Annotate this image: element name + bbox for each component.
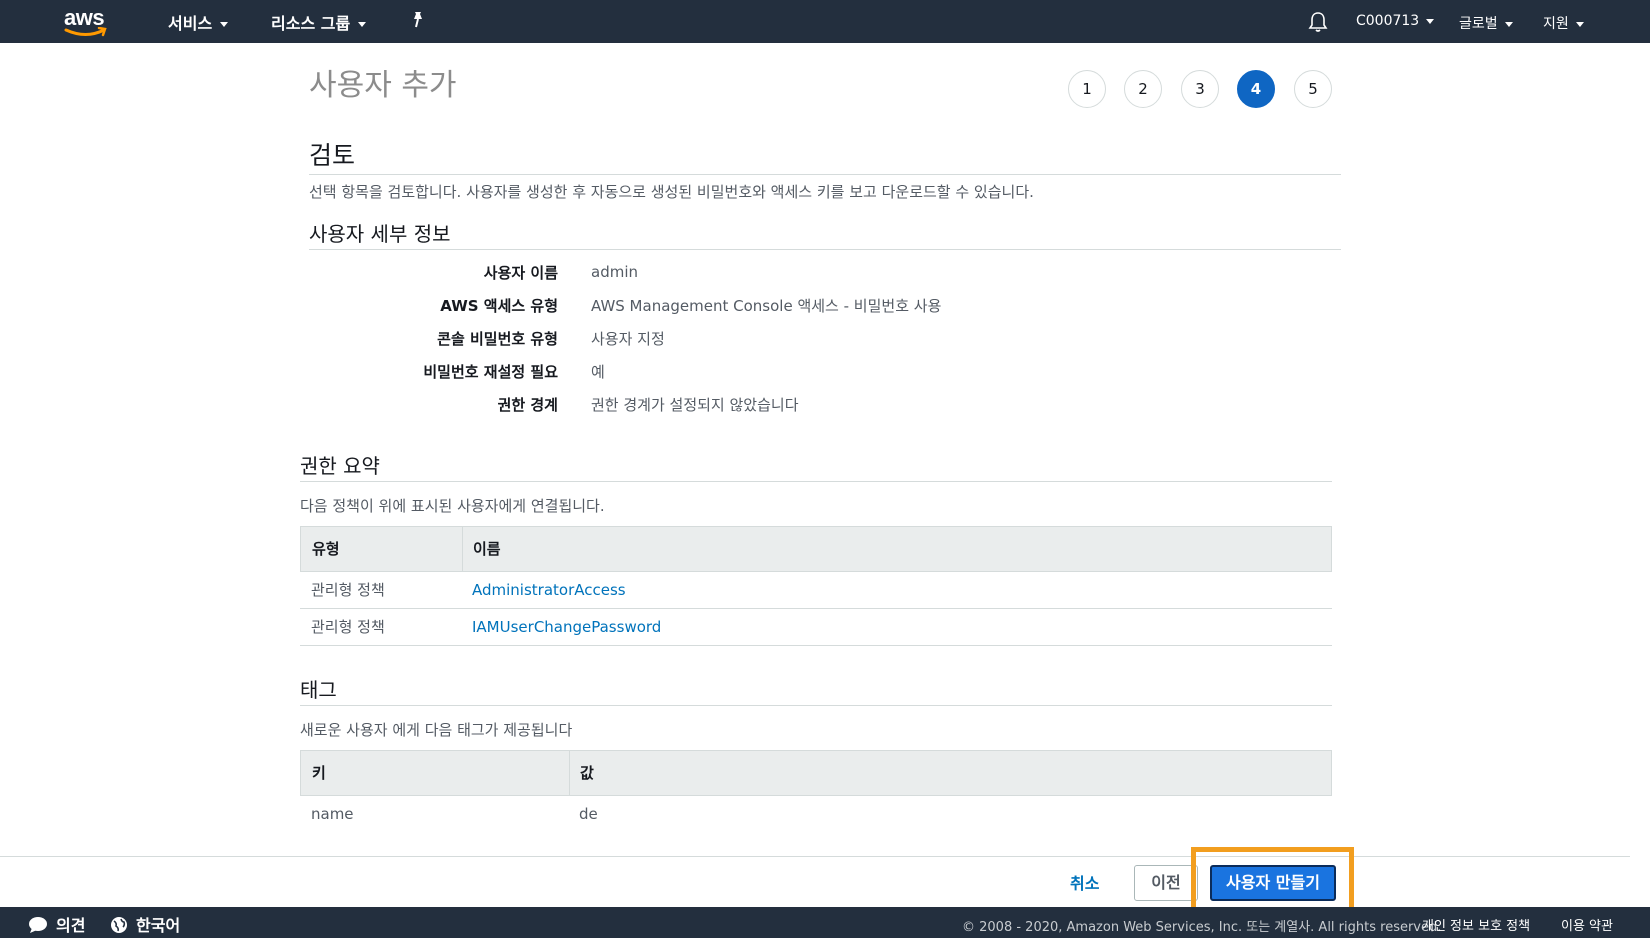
pin-icon: [414, 12, 422, 28]
policy-name-link[interactable]: IAMUserChangePassword: [461, 609, 661, 645]
region-label: 글로벌: [1459, 16, 1498, 32]
region-menu[interactable]: 글로벌: [1459, 13, 1513, 33]
resource-groups-label: 리소스 그룹: [271, 14, 351, 33]
bell-icon: [1308, 12, 1328, 32]
terms-of-use-link[interactable]: 이용 약관: [1561, 915, 1613, 934]
chevron-down-icon: [358, 22, 367, 27]
table-row: name de: [300, 796, 1332, 833]
support-menu[interactable]: 지원: [1543, 13, 1584, 33]
access-type-value: AWS Management Console 액세스 - 비밀번호 사용: [591, 297, 942, 315]
notifications-button[interactable]: [1308, 11, 1328, 37]
tags-description: 새로운 사용자 에게 다음 태그가 제공됩니다: [300, 721, 573, 739]
pin-button[interactable]: [410, 11, 426, 33]
column-header-type[interactable]: 유형: [301, 527, 340, 571]
table-header: 유형 이름: [300, 526, 1332, 572]
permissions-boundary-label: 권한 경계: [497, 396, 558, 414]
tags-heading: 태그: [300, 678, 337, 702]
permissions-summary-heading: 권한 요약: [300, 454, 380, 478]
cancel-button[interactable]: 취소: [1070, 868, 1099, 900]
permissions-table: 유형 이름 관리형 정책 AdministratorAccess 관리형 정책 …: [300, 526, 1332, 646]
password-reset-label: 비밀번호 재설정 필요: [423, 363, 558, 381]
create-user-button[interactable]: 사용자 만들기: [1210, 865, 1336, 901]
privacy-policy-link[interactable]: 개인 정보 보호 정책: [1422, 915, 1530, 934]
permissions-boundary-value: 권한 경계가 설정되지 않았습니다: [591, 396, 799, 414]
page-title: 사용자 추가: [309, 68, 457, 103]
wizard-step-1[interactable]: 1: [1068, 70, 1106, 108]
chevron-down-icon: [1504, 21, 1513, 27]
feedback-button[interactable]: 의견: [28, 912, 85, 936]
account-menu[interactable]: C000713: [1356, 13, 1435, 29]
divider: [300, 481, 1332, 482]
chevron-down-icon: [1575, 21, 1584, 27]
bottom-bar: 의견 한국어 © 2008 - 2020, Amazon Web Service…: [0, 907, 1650, 938]
globe-icon: [111, 917, 127, 933]
column-header-key[interactable]: 키: [301, 751, 326, 795]
wizard-step-5[interactable]: 5: [1294, 70, 1332, 108]
policy-name-link[interactable]: AdministratorAccess: [461, 572, 626, 608]
table-header: 키 값: [300, 750, 1332, 796]
action-bar-divider: [0, 856, 1630, 857]
services-menu[interactable]: 서비스: [168, 10, 229, 34]
aws-smile-icon: [64, 27, 107, 37]
divider: [309, 249, 1341, 250]
user-details-heading: 사용자 세부 정보: [309, 222, 451, 246]
language-label: 한국어: [136, 916, 181, 935]
top-navigation: aws 서비스 리소스 그룹 C000713 글로벌 지원: [0, 0, 1650, 43]
tag-value-cell: de: [579, 805, 598, 823]
password-reset-value: 예: [591, 363, 605, 381]
feedback-label: 의견: [56, 916, 86, 935]
table-row: 관리형 정책 IAMUserChangePassword: [300, 609, 1332, 646]
account-label: C000713: [1356, 13, 1420, 29]
chevron-down-icon: [220, 22, 229, 27]
services-menu-label: 서비스: [168, 14, 213, 33]
aws-logo[interactable]: aws: [62, 5, 110, 37]
divider: [300, 705, 1332, 706]
wizard-step-2[interactable]: 2: [1124, 70, 1162, 108]
previous-button[interactable]: 이전: [1134, 865, 1198, 901]
language-selector[interactable]: 한국어: [110, 912, 180, 936]
table-row: 관리형 정책 AdministratorAccess: [300, 572, 1332, 609]
permissions-description: 다음 정책이 위에 표시된 사용자에게 연결됩니다.: [300, 497, 605, 515]
speech-bubble-icon: [29, 917, 47, 933]
access-type-label: AWS 액세스 유형: [440, 297, 558, 315]
column-header-name[interactable]: 이름: [462, 527, 501, 571]
wizard-step-3[interactable]: 3: [1181, 70, 1219, 108]
policy-type-cell: 관리형 정책: [311, 581, 385, 599]
console-password-type-value: 사용자 지정: [591, 330, 665, 348]
resource-groups-menu[interactable]: 리소스 그룹: [271, 10, 367, 34]
column-header-value[interactable]: 값: [569, 751, 594, 795]
review-description: 선택 항목을 검토합니다. 사용자를 생성한 후 자동으로 생성된 비밀번호와 …: [309, 183, 1034, 201]
support-label: 지원: [1543, 16, 1569, 32]
copyright-text: © 2008 - 2020, Amazon Web Services, Inc.…: [962, 920, 1442, 935]
review-heading: 검토: [309, 141, 356, 170]
user-name-label: 사용자 이름: [483, 264, 558, 282]
policy-type-cell: 관리형 정책: [311, 618, 385, 636]
tag-key-cell: name: [311, 805, 354, 823]
chevron-down-icon: [1426, 18, 1435, 24]
divider: [309, 174, 1341, 175]
console-password-type-label: 콘솔 비밀번호 유형: [437, 330, 558, 348]
wizard-step-4-active: 4: [1237, 70, 1275, 108]
user-name-value: admin: [591, 263, 638, 281]
tags-table: 키 값 name de: [300, 750, 1332, 834]
